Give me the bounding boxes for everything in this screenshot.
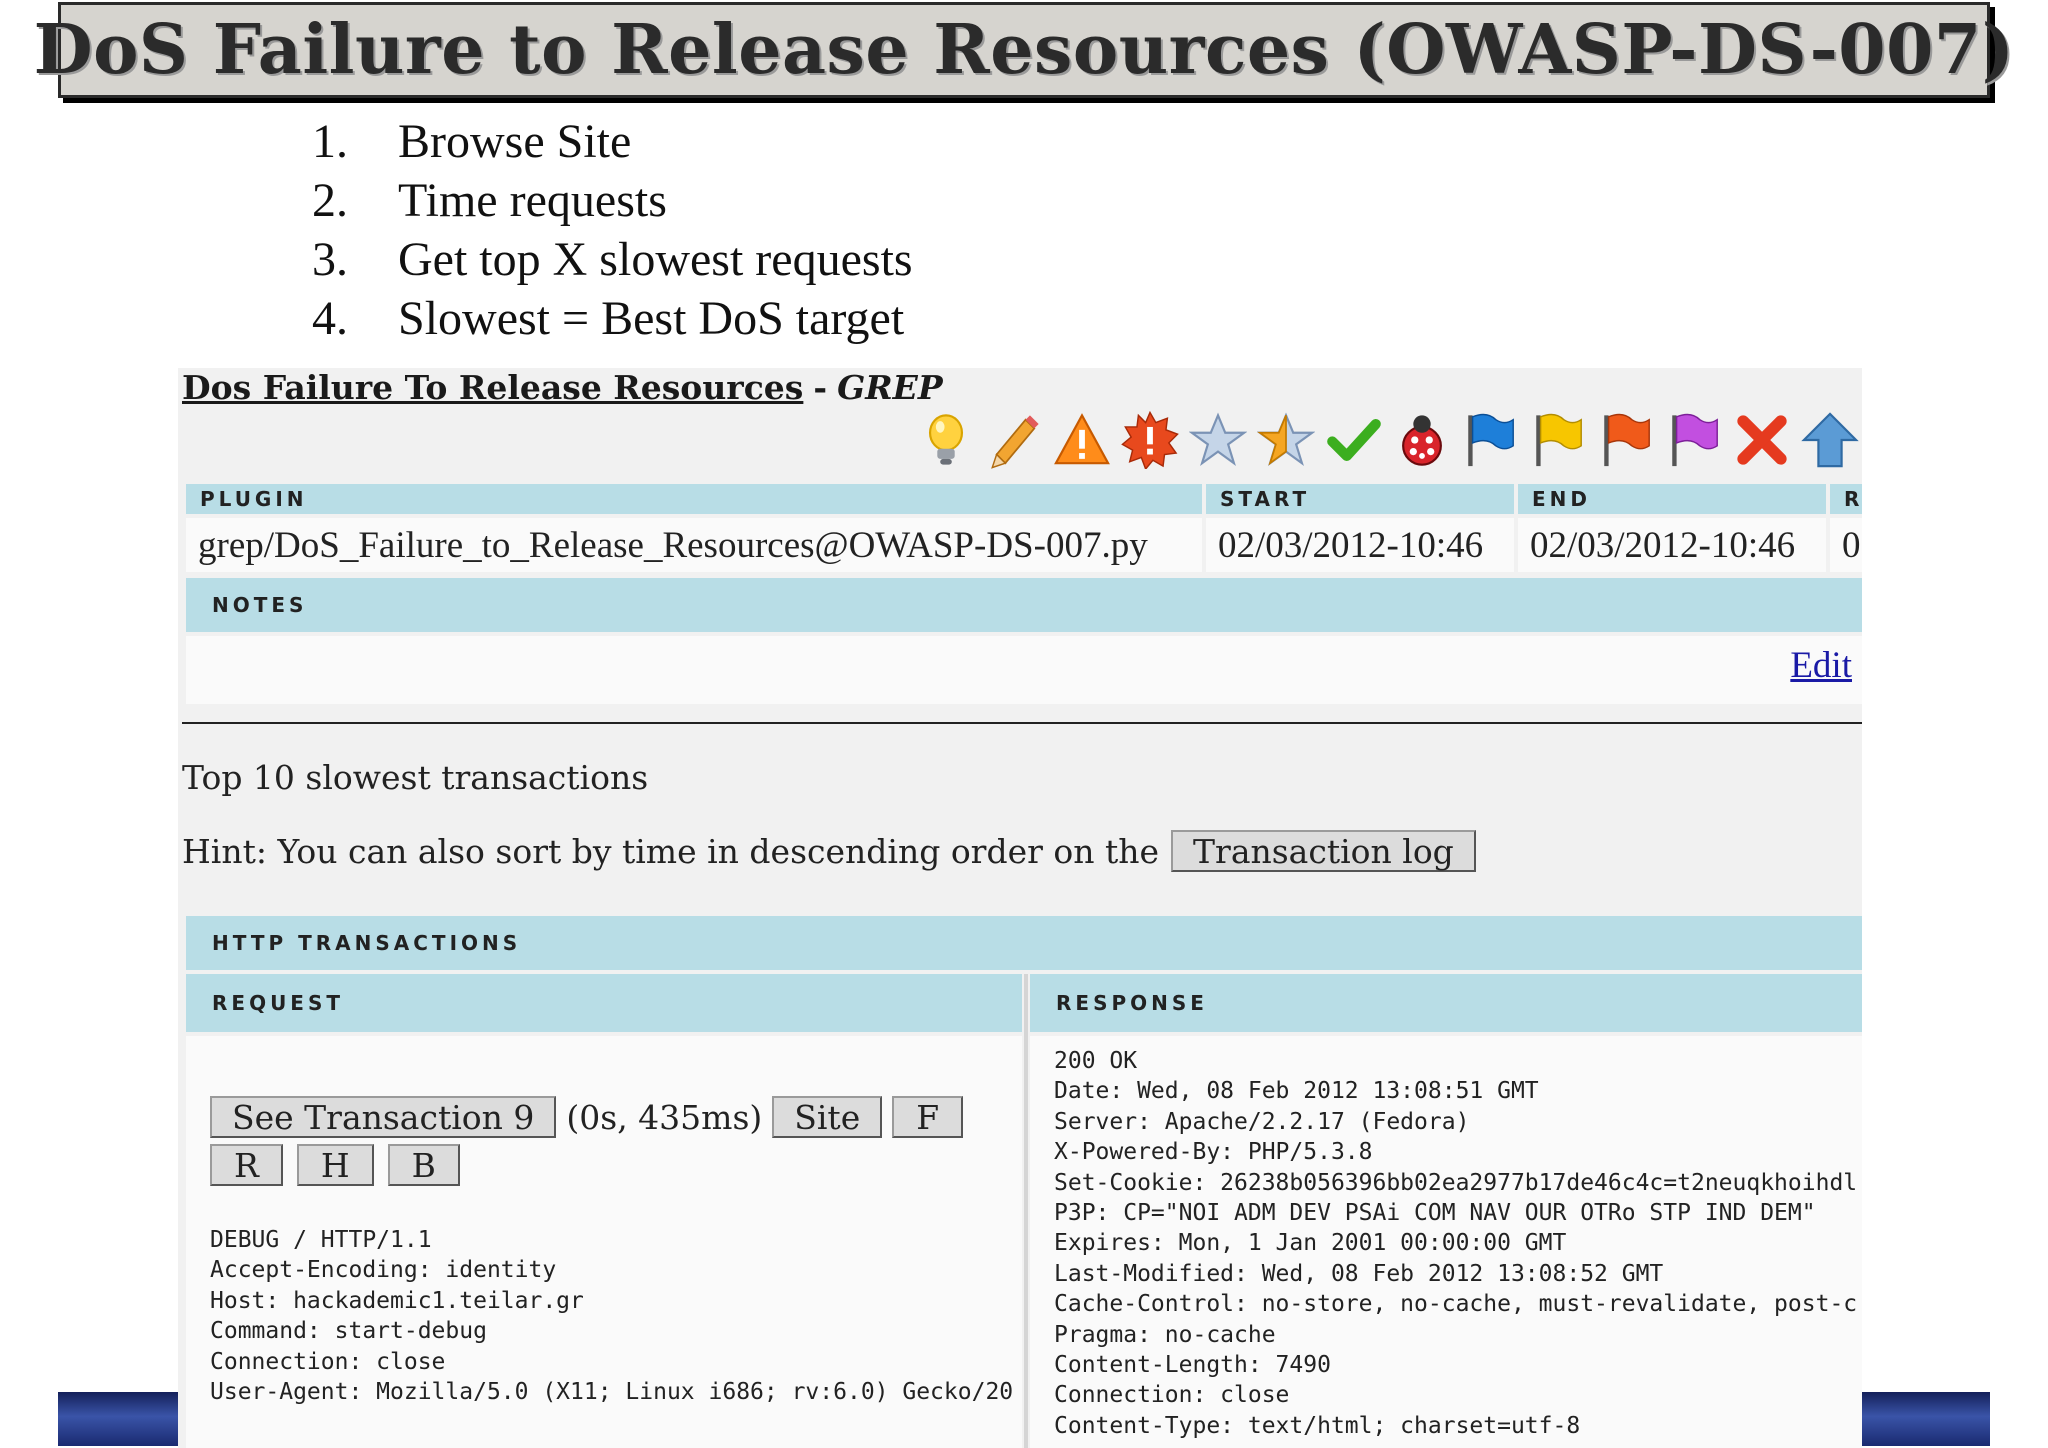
notes-header: NOTES (186, 578, 1862, 632)
site-button[interactable]: Site (772, 1096, 883, 1138)
plugin-path-cell: grep/DoS_Failure_to_Release_Resources@OW… (186, 518, 1202, 572)
edit-notes-link[interactable]: Edit (1790, 644, 1852, 687)
bullet-text: Slowest = Best DoS target (398, 292, 905, 345)
hint-text: Hint: You can also sort by time in desce… (182, 831, 1160, 871)
transaction-actions-row: See Transaction 9 (0s, 435ms) Site F (210, 1096, 964, 1138)
bullet-item: 1. Browse Site (312, 112, 913, 171)
r-value-cell: 0 (1830, 518, 1862, 572)
bullet-text: Get top X slowest requests (398, 233, 913, 286)
transaction-actions-row-2: R H B (210, 1144, 460, 1186)
column-header-end: END (1518, 484, 1826, 514)
start-time-cell: 02/03/2012-10:46 (1206, 518, 1514, 572)
plugin-title: Dos Failure To Release Resources - GREP (182, 368, 943, 407)
h-button[interactable]: H (296, 1144, 374, 1186)
section-divider (182, 722, 1862, 724)
pencil-icon[interactable] (982, 408, 1046, 472)
transaction-log-button[interactable]: Transaction log (1171, 830, 1476, 872)
http-transactions-header: HTTP TRANSACTIONS (186, 916, 1862, 970)
bullet-text: Time requests (398, 174, 667, 227)
star-half-icon[interactable] (1254, 408, 1318, 472)
b-button[interactable]: B (387, 1144, 460, 1186)
star-empty-icon[interactable] (1186, 408, 1250, 472)
bullet-number: 3. (312, 233, 348, 286)
request-panel: See Transaction 9 (0s, 435ms) Site F R H… (186, 1036, 1022, 1448)
warning-icon[interactable] (1050, 408, 1114, 472)
lightbulb-icon[interactable] (914, 408, 978, 472)
bullet-number: 4. (312, 292, 348, 345)
see-transaction-button[interactable]: See Transaction 9 (210, 1096, 557, 1138)
toolbar-icons (914, 408, 1862, 472)
bullet-number: 2. (312, 174, 348, 227)
slide-title: DoS Failure to Release Resources (OWASP-… (33, 10, 2015, 90)
r-button[interactable]: R (210, 1144, 283, 1186)
notes-body (186, 636, 1862, 704)
slide-title-bar: DoS Failure to Release Resources (OWASP-… (34, 2, 2014, 98)
checkmark-icon[interactable] (1322, 408, 1386, 472)
plugin-type-label: GREP (837, 368, 943, 407)
column-divider (1024, 974, 1028, 1448)
arrow-up-icon[interactable] (1798, 408, 1862, 472)
request-text: DEBUG / HTTP/1.1 Accept-Encoding: identi… (210, 1227, 1014, 1406)
timing-label: (0s, 435ms) (566, 1097, 763, 1137)
alert-burst-icon[interactable] (1118, 408, 1182, 472)
column-header-start: START (1206, 484, 1514, 514)
flag-blue-icon[interactable] (1458, 408, 1522, 472)
flag-orange-icon[interactable] (1594, 408, 1658, 472)
plugin-title-link[interactable]: Dos Failure To Release Resources (182, 368, 803, 407)
response-header: RESPONSE (1030, 974, 1862, 1032)
bullet-item: 4. Slowest = Best DoS target (312, 289, 913, 348)
bullet-number: 1. (312, 115, 348, 168)
response-panel: 200 OK Date: Wed, 08 Feb 2012 13:08:51 G… (1030, 1036, 1862, 1448)
bullet-text: Browse Site (398, 115, 632, 168)
flag-purple-icon[interactable] (1662, 408, 1726, 472)
hint-row: Hint: You can also sort by time in desce… (182, 830, 1476, 872)
bullet-item: 3. Get top X slowest requests (312, 230, 913, 289)
request-header: REQUEST (186, 974, 1022, 1032)
bullet-item: 2. Time requests (312, 171, 913, 230)
embedded-screenshot: Dos Failure To Release Resources-GREP (178, 368, 1862, 1448)
response-text: 200 OK Date: Wed, 08 Feb 2012 13:08:51 G… (1054, 1048, 1858, 1439)
f-button[interactable]: F (892, 1096, 964, 1138)
flag-yellow-icon[interactable] (1526, 408, 1590, 472)
slowest-transactions-heading: Top 10 slowest transactions (182, 758, 649, 797)
column-header-r: R (1830, 484, 1862, 514)
bullet-list: 1. Browse Site 2. Time requests 3. Get top … (312, 112, 913, 348)
delete-x-icon[interactable] (1730, 408, 1794, 472)
column-header-plugin: PLUGIN (186, 484, 1202, 514)
end-time-cell: 02/03/2012-10:46 (1518, 518, 1826, 572)
bug-icon[interactable] (1390, 408, 1454, 472)
title-separator: - (813, 368, 828, 407)
